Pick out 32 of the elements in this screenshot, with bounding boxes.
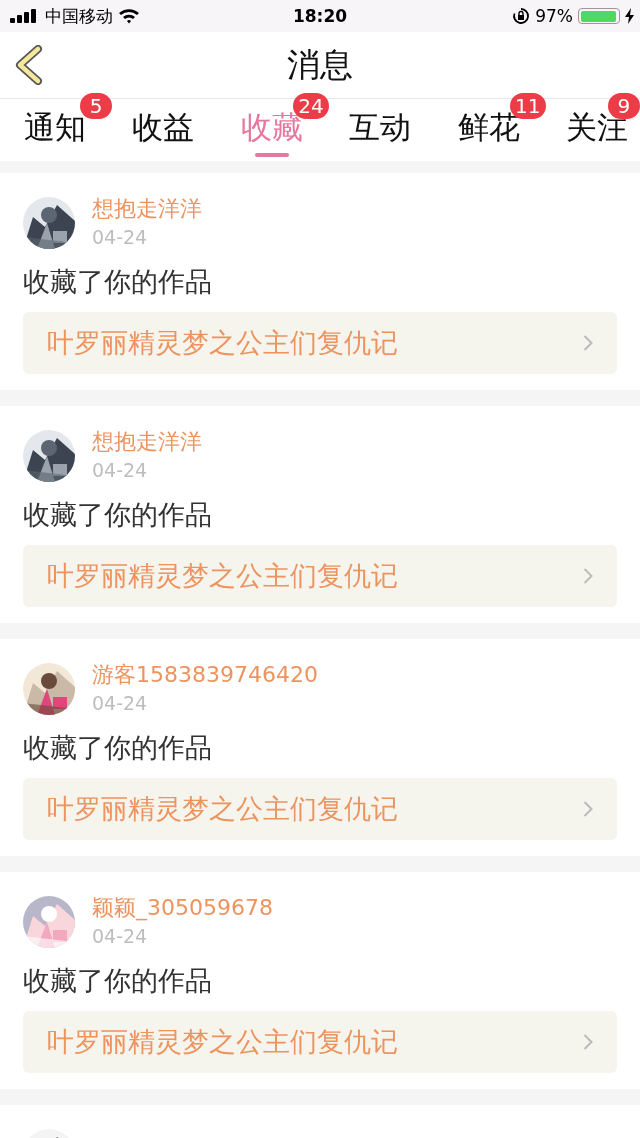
tab[interactable]: 互动 bbox=[347, 99, 414, 147]
message-date: 04-24 bbox=[92, 458, 149, 483]
page-title: 消息 bbox=[287, 43, 353, 86]
rotation-lock-icon bbox=[512, 7, 531, 25]
wifi-icon bbox=[118, 8, 140, 24]
message-date: 04-24 bbox=[92, 691, 149, 716]
message-text: 收藏了你的作品 bbox=[23, 498, 213, 532]
work-link[interactable]: 叶罗丽精灵梦之公主们复仇记 bbox=[23, 545, 617, 607]
work-link[interactable]: 叶罗丽精灵梦之公主们复仇记 bbox=[23, 312, 617, 374]
back-icon[interactable] bbox=[14, 45, 44, 85]
message-date: 04-24 bbox=[92, 924, 149, 949]
chevron-right-icon bbox=[583, 567, 593, 585]
count-badge: 9 bbox=[607, 93, 640, 119]
user-name[interactable]: 游客1583839746420 bbox=[92, 660, 318, 690]
carrier-name: 中国移动 bbox=[45, 4, 113, 28]
clock-time: 18:20 bbox=[291, 6, 349, 26]
user-name[interactable]: 想抱走洋洋 bbox=[92, 427, 202, 457]
work-link[interactable]: 叶罗丽精灵梦之公主们复仇记 bbox=[23, 1011, 617, 1073]
work-link[interactable]: 叶罗丽精灵梦之公主们复仇记 bbox=[23, 778, 617, 840]
tab[interactable]: 收益 bbox=[130, 99, 197, 147]
battery-icon bbox=[578, 8, 620, 24]
user-name[interactable]: 想抱走洋洋 bbox=[92, 194, 202, 224]
message-text: 收藏了你的作品 bbox=[23, 265, 213, 299]
chevron-right-icon bbox=[583, 334, 593, 352]
message-date: 04-24 bbox=[92, 225, 149, 250]
message-text: 收藏了你的作品 bbox=[23, 731, 213, 765]
tab-underline bbox=[254, 153, 289, 157]
chevron-right-icon bbox=[583, 800, 593, 818]
user-name[interactable]: 颖颖_305059678 bbox=[92, 893, 273, 923]
chevron-right-icon bbox=[583, 1033, 593, 1051]
message-text: 收藏了你的作品 bbox=[23, 964, 213, 998]
battery-percent: 97% bbox=[535, 6, 573, 26]
